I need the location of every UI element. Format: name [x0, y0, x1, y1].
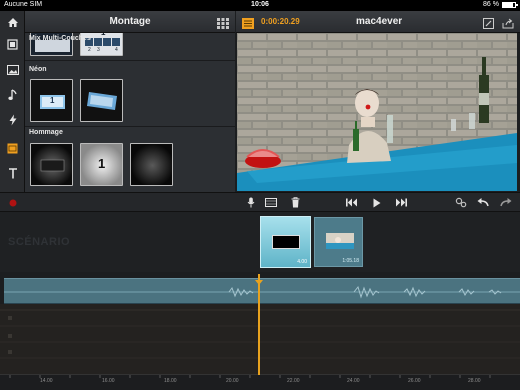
status-time: 10:06	[251, 1, 269, 8]
thumb-number: 1	[101, 33, 105, 37]
clip-thumbnail	[272, 235, 300, 249]
share-icon[interactable]	[502, 16, 514, 34]
storyboard: SCÉNARIO 4.00 1:05.18	[0, 212, 520, 272]
project-list-icon[interactable]	[242, 16, 254, 34]
ruler-tick: 24.00	[347, 378, 360, 384]
project-header: 0:00:20.29 mac4ever	[236, 11, 520, 33]
skip-back-icon[interactable]	[345, 196, 359, 209]
redo-icon[interactable]	[499, 196, 513, 209]
ruler-tick: 18.00	[164, 378, 177, 384]
ruler-tick: 26.00	[408, 378, 421, 384]
thumb-number: 4	[115, 47, 118, 53]
video-preview[interactable]	[237, 33, 517, 191]
thumb-number: 1	[50, 96, 55, 105]
thumb-number: 1	[98, 156, 106, 171]
trash-icon[interactable]	[288, 196, 302, 209]
timecode: 0:00:20.29	[261, 17, 300, 26]
undo-icon[interactable]	[476, 196, 490, 209]
library-title: Montage	[109, 16, 151, 27]
theme-thumb-hommage-1[interactable]	[30, 143, 73, 186]
theme-thumb-neon-2[interactable]	[80, 79, 123, 122]
storyboard-label: SCÉNARIO	[8, 236, 71, 248]
edit-icon[interactable]	[483, 16, 494, 34]
battery-indicator: 86 %	[483, 1, 518, 8]
clip-duration: 1:05.18	[342, 258, 359, 264]
transitions-icon[interactable]	[5, 142, 20, 155]
section-divider	[25, 60, 235, 61]
record-icon[interactable]	[6, 196, 20, 209]
thumb-number: 3	[97, 47, 100, 53]
clip-thumbnail	[326, 233, 354, 249]
battery-level-fill	[503, 2, 514, 7]
project-title: mac4ever	[356, 16, 403, 27]
microphone-icon[interactable]	[244, 196, 258, 209]
section-divider	[25, 126, 235, 127]
lightning-icon[interactable]	[5, 113, 20, 126]
ruler-tick: 16.00	[102, 378, 115, 384]
status-bar: Aucune SIM 10:06 86 %	[0, 0, 520, 11]
grid-view-icon[interactable]	[217, 16, 229, 29]
theme-thumb-hommage-2[interactable]: 1	[80, 143, 123, 186]
ruler-tick: 14.00	[40, 378, 53, 384]
settings-icon[interactable]	[454, 196, 468, 209]
storyboard-clip[interactable]: 1:05.18	[314, 217, 363, 267]
ruler-tick: 28.00	[468, 378, 481, 384]
section-label-mix: Mix Multi-Couches	[29, 35, 91, 42]
battery-icon	[502, 1, 518, 8]
library-header: Montage	[25, 11, 235, 33]
app-window: Aucune SIM 10:06 86 % Montage 2 3 4 Mix …	[0, 0, 520, 390]
text-icon[interactable]	[5, 167, 20, 180]
timeline-tracks[interactable]	[0, 304, 520, 374]
section-label-hommage: Hommage	[29, 129, 63, 136]
theme-thumb-hommage-3[interactable]	[130, 143, 173, 186]
ruler-tick: 22.00	[287, 378, 300, 384]
control-bar	[0, 192, 520, 212]
battery-percent: 86 %	[483, 1, 499, 8]
tool-sidebar	[0, 11, 25, 192]
theme-library: 1 2 3 4 Mix Multi-Couches Néon 1 Hommage…	[25, 33, 235, 192]
section-label-neon: Néon	[29, 66, 47, 73]
theme-thumb-neon-1[interactable]: 1	[30, 79, 73, 122]
thumb-number: 2	[88, 47, 91, 53]
skip-forward-icon[interactable]	[394, 196, 408, 209]
clip-duration: 4.00	[297, 259, 307, 265]
ruler-tick: 20.00	[226, 378, 239, 384]
timeline-ruler[interactable]: 14.00 16.00 18.00 20.00 22.00 24.00 26.0…	[0, 374, 520, 390]
music-note-icon[interactable]	[5, 88, 20, 101]
photo-icon[interactable]	[5, 63, 20, 76]
play-icon[interactable]	[370, 196, 384, 209]
film-icon[interactable]	[5, 38, 20, 51]
playhead-handle[interactable]	[255, 272, 263, 290]
storyboard-clip-selected[interactable]: 4.00	[260, 216, 311, 268]
film-strip-icon[interactable]	[264, 196, 278, 209]
home-icon[interactable]	[5, 16, 20, 29]
